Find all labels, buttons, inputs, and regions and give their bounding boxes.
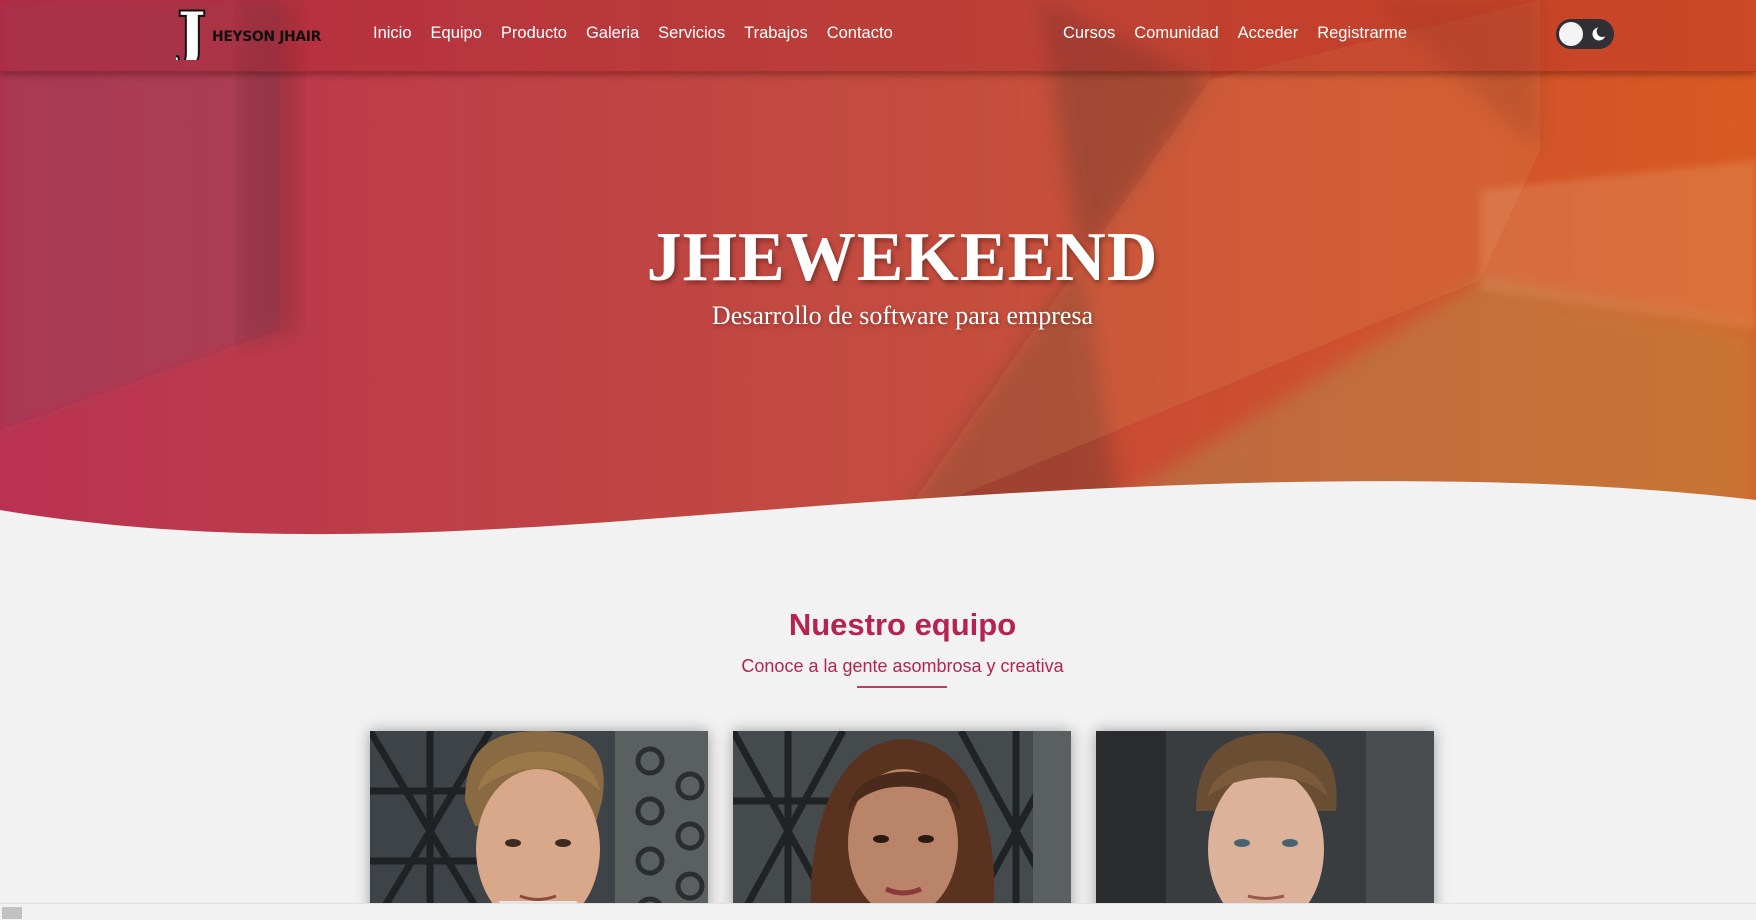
hero-subtitle: Desarrollo de software para empresa xyxy=(711,301,1094,330)
team-member-card[interactable] xyxy=(733,731,1071,920)
team-member-card[interactable] xyxy=(370,731,708,920)
team-member-card[interactable] xyxy=(1096,731,1434,920)
nav-left: Inicio Equipo Producto Galeria Servicios… xyxy=(373,24,893,43)
team-member-photo xyxy=(1096,731,1434,920)
team-member-photo xyxy=(733,731,1071,920)
nav-link-equipo[interactable]: Equipo xyxy=(431,24,482,43)
hero-section: JHEWEKEEND Desarrollo de software para e… xyxy=(0,0,1756,560)
nav-link-producto[interactable]: Producto xyxy=(501,24,567,43)
toggle-knob xyxy=(1559,22,1583,46)
brand-logo[interactable]: J HEYSON JHAIR xyxy=(176,6,326,60)
nav-link-servicios[interactable]: Servicios xyxy=(658,24,725,43)
nav-link-contacto[interactable]: Contacto xyxy=(827,24,893,43)
nav-link-acceder[interactable]: Acceder xyxy=(1238,24,1299,43)
nav-link-cursos[interactable]: Cursos xyxy=(1063,24,1115,43)
hero-title: JHEWEKEEND xyxy=(646,219,1159,296)
horizontal-scrollbar[interactable] xyxy=(0,903,1756,920)
nav-link-trabajos[interactable]: Trabajos xyxy=(744,24,808,43)
logo-text: HEYSON JHAIR xyxy=(212,29,321,45)
page: JHEWEKEEND Desarrollo de software para e… xyxy=(0,0,1756,920)
moon-icon xyxy=(1592,25,1608,41)
team-member-photo xyxy=(370,731,708,920)
team-title: Nuestro equipo xyxy=(788,607,1017,642)
logo-j-icon: J xyxy=(176,6,207,60)
nav-right: Cursos Comunidad Acceder Registrarme xyxy=(1063,24,1407,43)
team-subtitle: Conoce a la gente asombrosa y creativa xyxy=(741,656,1064,676)
scrollbar-thumb[interactable] xyxy=(2,907,22,919)
nav-link-inicio[interactable]: Inicio xyxy=(373,24,412,43)
nav-link-registrarme[interactable]: Registrarme xyxy=(1317,24,1407,43)
nav-link-galeria[interactable]: Galeria xyxy=(586,24,639,43)
logo-initial: J xyxy=(176,6,205,60)
nav-link-comunidad[interactable]: Comunidad xyxy=(1134,24,1218,43)
navbar: J HEYSON JHAIR Inicio Equipo Producto Ga… xyxy=(0,0,1756,72)
theme-toggle[interactable] xyxy=(1556,19,1614,49)
team-divider xyxy=(857,686,947,688)
